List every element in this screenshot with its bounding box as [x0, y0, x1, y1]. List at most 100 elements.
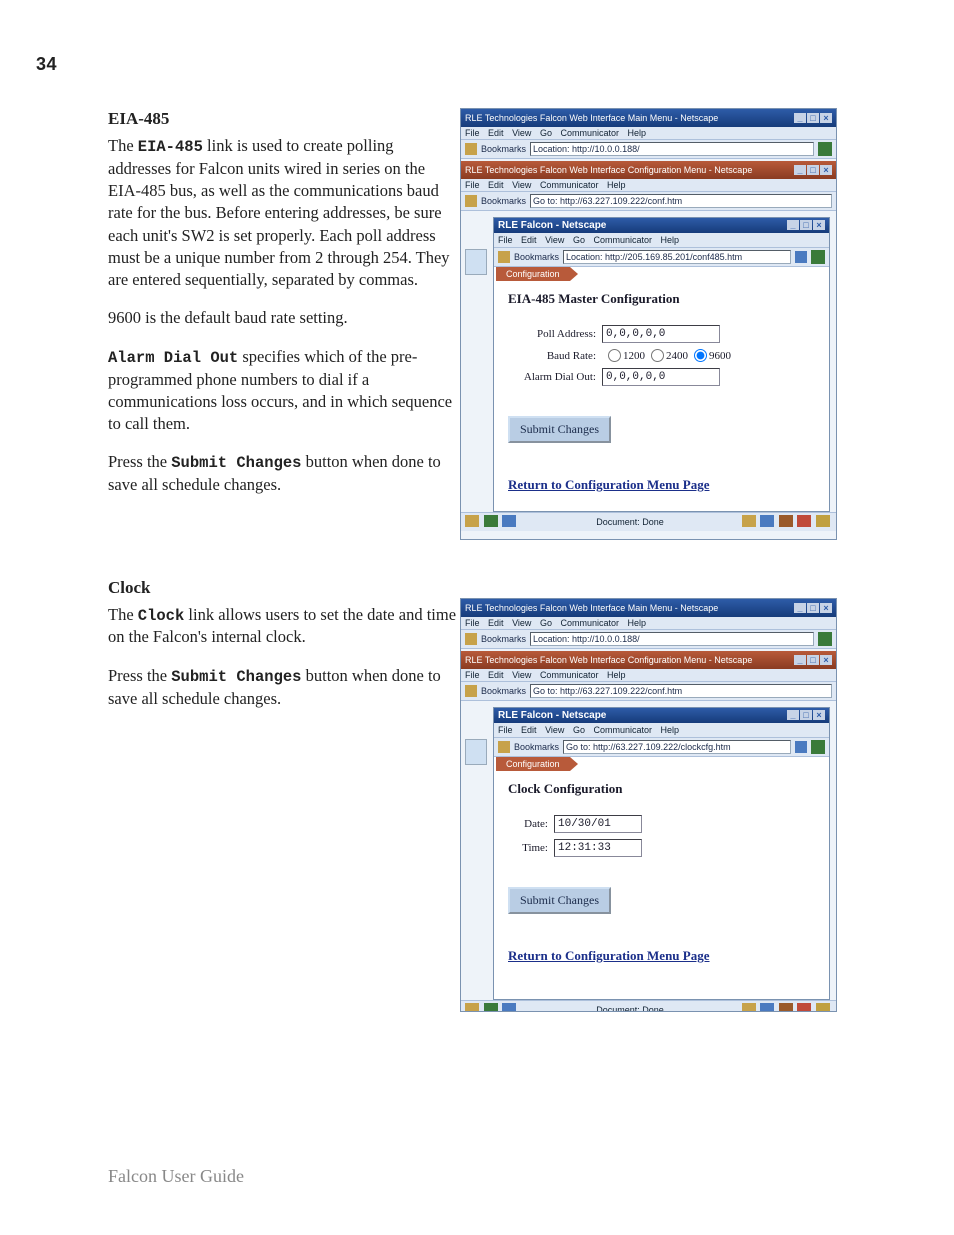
- dropdown-icon[interactable]: [795, 251, 807, 263]
- dropdown-icon[interactable]: [795, 741, 807, 753]
- baud-1200-label: 1200: [623, 350, 645, 362]
- maximize-icon[interactable]: □: [807, 603, 819, 613]
- menu-help[interactable]: Help: [607, 180, 626, 190]
- mid-location-field[interactable]: Go to: http://63.227.109.222/conf.htm: [530, 684, 832, 698]
- minimize-icon[interactable]: _: [787, 710, 799, 720]
- close-icon[interactable]: ×: [813, 710, 825, 720]
- tray-icon[interactable]: [760, 1003, 774, 1012]
- outer-menubar[interactable]: File Edit View Go Communicator Help: [461, 127, 836, 140]
- time-input[interactable]: 12:31:33: [554, 839, 642, 857]
- text: Press the: [108, 666, 171, 685]
- menu-edit[interactable]: Edit: [488, 128, 504, 138]
- menu-help[interactable]: Help: [661, 235, 680, 245]
- menu-go[interactable]: Go: [540, 618, 552, 628]
- close-icon[interactable]: ×: [820, 603, 832, 613]
- bookmarks-icon[interactable]: [465, 685, 477, 697]
- maximize-icon[interactable]: □: [807, 655, 819, 665]
- menu-help[interactable]: Help: [628, 618, 647, 628]
- menu-communicator[interactable]: Communicator: [593, 235, 652, 245]
- bookmarks-icon[interactable]: [465, 143, 477, 155]
- minimize-icon[interactable]: _: [794, 113, 806, 123]
- menu-go[interactable]: Go: [540, 128, 552, 138]
- bookmarks-icon[interactable]: [498, 741, 510, 753]
- menu-file[interactable]: File: [498, 235, 513, 245]
- menu-file[interactable]: File: [465, 670, 480, 680]
- tray-icon[interactable]: [779, 515, 793, 527]
- maximize-icon[interactable]: □: [800, 220, 812, 230]
- menu-file[interactable]: File: [465, 180, 480, 190]
- menu-communicator[interactable]: Communicator: [540, 180, 599, 190]
- menu-file[interactable]: File: [498, 725, 513, 735]
- close-icon[interactable]: ×: [820, 165, 832, 175]
- menu-view[interactable]: View: [512, 618, 531, 628]
- outer-menubar[interactable]: File Edit View Go Communicator Help: [461, 617, 836, 630]
- menu-communicator[interactable]: Communicator: [560, 618, 619, 628]
- menu-view[interactable]: View: [512, 128, 531, 138]
- maximize-icon[interactable]: □: [800, 710, 812, 720]
- alarm-dial-out-input[interactable]: 0,0,0,0,0: [602, 368, 720, 386]
- bookmarks-icon[interactable]: [498, 251, 510, 263]
- minimize-icon[interactable]: _: [794, 165, 806, 175]
- inner-location-field[interactable]: Location: http://205.169.85.201/conf485.…: [563, 250, 791, 264]
- baud-2400-radio[interactable]: [651, 349, 664, 362]
- minimize-icon[interactable]: _: [787, 220, 799, 230]
- menu-view[interactable]: View: [512, 180, 531, 190]
- minimize-icon[interactable]: _: [794, 603, 806, 613]
- menu-communicator[interactable]: Communicator: [560, 128, 619, 138]
- menu-edit[interactable]: Edit: [488, 618, 504, 628]
- menu-communicator[interactable]: Communicator: [540, 670, 599, 680]
- menu-view[interactable]: View: [512, 670, 531, 680]
- menu-help[interactable]: Help: [628, 128, 647, 138]
- menu-view[interactable]: View: [545, 725, 564, 735]
- minimize-icon[interactable]: _: [794, 655, 806, 665]
- tray-icon[interactable]: [797, 1003, 811, 1012]
- tab-configuration[interactable]: Configuration: [496, 267, 570, 281]
- menu-edit[interactable]: Edit: [521, 235, 537, 245]
- tab-configuration[interactable]: Configuration: [496, 757, 570, 771]
- menu-help[interactable]: Help: [607, 670, 626, 680]
- return-to-config-link[interactable]: Return to Configuration Menu Page: [508, 948, 815, 964]
- inner-menubar[interactable]: File Edit View Go Communicator Help: [494, 233, 829, 248]
- bookmarks-icon[interactable]: [465, 633, 477, 645]
- outer-location-field[interactable]: Location: http://10.0.0.188/: [530, 632, 814, 646]
- outer-location-field[interactable]: Location: http://10.0.0.188/: [530, 142, 814, 156]
- baud-1200-radio[interactable]: [608, 349, 621, 362]
- maximize-icon[interactable]: □: [807, 113, 819, 123]
- menu-file[interactable]: File: [465, 618, 480, 628]
- menu-edit[interactable]: Edit: [488, 670, 504, 680]
- submit-changes-button[interactable]: Submit Changes: [508, 887, 611, 914]
- inner-menubar[interactable]: File Edit View Go Communicator Help: [494, 723, 829, 738]
- bookmarks-icon[interactable]: [465, 195, 477, 207]
- menu-edit[interactable]: Edit: [488, 180, 504, 190]
- baud-9600-radio[interactable]: [694, 349, 707, 362]
- menu-edit[interactable]: Edit: [521, 725, 537, 735]
- menu-communicator[interactable]: Communicator: [593, 725, 652, 735]
- close-icon[interactable]: ×: [820, 113, 832, 123]
- tray-icon[interactable]: [816, 515, 830, 527]
- menu-view[interactable]: View: [545, 235, 564, 245]
- bookmarks-label: Bookmarks: [481, 634, 526, 644]
- menu-help[interactable]: Help: [661, 725, 680, 735]
- tray-icon[interactable]: [779, 1003, 793, 1012]
- maximize-icon[interactable]: □: [807, 165, 819, 175]
- menu-go[interactable]: Go: [573, 235, 585, 245]
- menu-file[interactable]: File: [465, 128, 480, 138]
- poll-address-input[interactable]: 0,0,0,0,0: [602, 325, 720, 343]
- return-to-config-link[interactable]: Return to Configuration Menu Page: [508, 477, 815, 493]
- tray-icon[interactable]: [816, 1003, 830, 1012]
- inner-location-field[interactable]: Go to: http://63.227.109.222/clockcfg.ht…: [563, 740, 791, 754]
- status-icon: [465, 1003, 479, 1012]
- tray-icon[interactable]: [797, 515, 811, 527]
- tray-icon[interactable]: [742, 1003, 756, 1012]
- tray-icon[interactable]: [742, 515, 756, 527]
- close-icon[interactable]: ×: [813, 220, 825, 230]
- mid-window-titlebar: RLE Technologies Falcon Web Interface Co…: [461, 161, 836, 179]
- tray-icon[interactable]: [760, 515, 774, 527]
- date-input[interactable]: 10/30/01: [554, 815, 642, 833]
- menu-go[interactable]: Go: [573, 725, 585, 735]
- close-icon[interactable]: ×: [820, 655, 832, 665]
- mid-menubar[interactable]: File Edit View Communicator Help: [461, 179, 836, 192]
- submit-changes-button[interactable]: Submit Changes: [508, 416, 611, 443]
- mid-menubar[interactable]: File Edit View Communicator Help: [461, 669, 836, 682]
- mid-location-field[interactable]: Go to: http://63.227.109.222/conf.htm: [530, 194, 832, 208]
